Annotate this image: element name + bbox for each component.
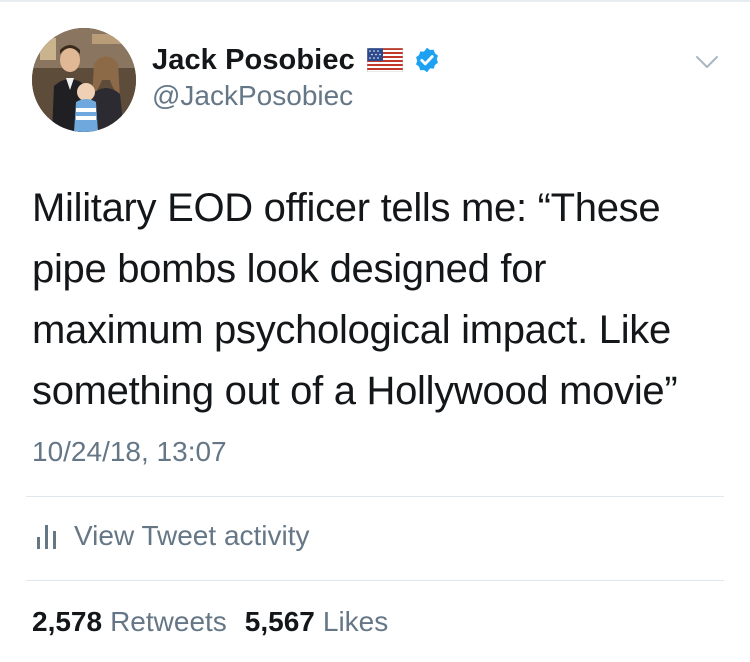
divider bbox=[26, 496, 724, 497]
likes-stat[interactable]: 5,567 Likes bbox=[245, 606, 388, 638]
tweet-text: Military EOD officer tells me: “These pi… bbox=[32, 186, 678, 413]
user-handle[interactable]: @JackPosobiec bbox=[152, 80, 353, 112]
us-flag-icon bbox=[366, 47, 404, 73]
likes-label: Likes bbox=[322, 606, 389, 637]
engagement-stats: 2,578 Retweets 5,567 Likes bbox=[32, 606, 388, 638]
bar-chart-icon bbox=[34, 521, 60, 551]
divider bbox=[26, 580, 724, 581]
view-tweet-activity-button[interactable]: View Tweet activity bbox=[34, 520, 310, 552]
author-name-row[interactable]: Jack Posobiec bbox=[152, 42, 441, 78]
likes-count: 5,567 bbox=[244, 606, 315, 637]
display-name[interactable]: Jack Posobiec bbox=[152, 44, 355, 77]
retweets-label: Retweets bbox=[110, 606, 227, 637]
retweets-stat[interactable]: 2,578 Retweets bbox=[32, 606, 227, 638]
tweet-timestamp[interactable]: 10/24/18, 13:07 bbox=[32, 436, 227, 468]
retweets-count: 2,578 bbox=[32, 606, 103, 637]
activity-label: View Tweet activity bbox=[74, 520, 310, 551]
avatar[interactable] bbox=[32, 28, 136, 132]
tweet-detail: Jack Posobiec @JackPosobiec Military EOD… bbox=[0, 0, 750, 662]
avatar-photo bbox=[32, 28, 136, 132]
chevron-down-icon[interactable] bbox=[694, 52, 720, 72]
verified-badge-icon bbox=[413, 46, 441, 74]
